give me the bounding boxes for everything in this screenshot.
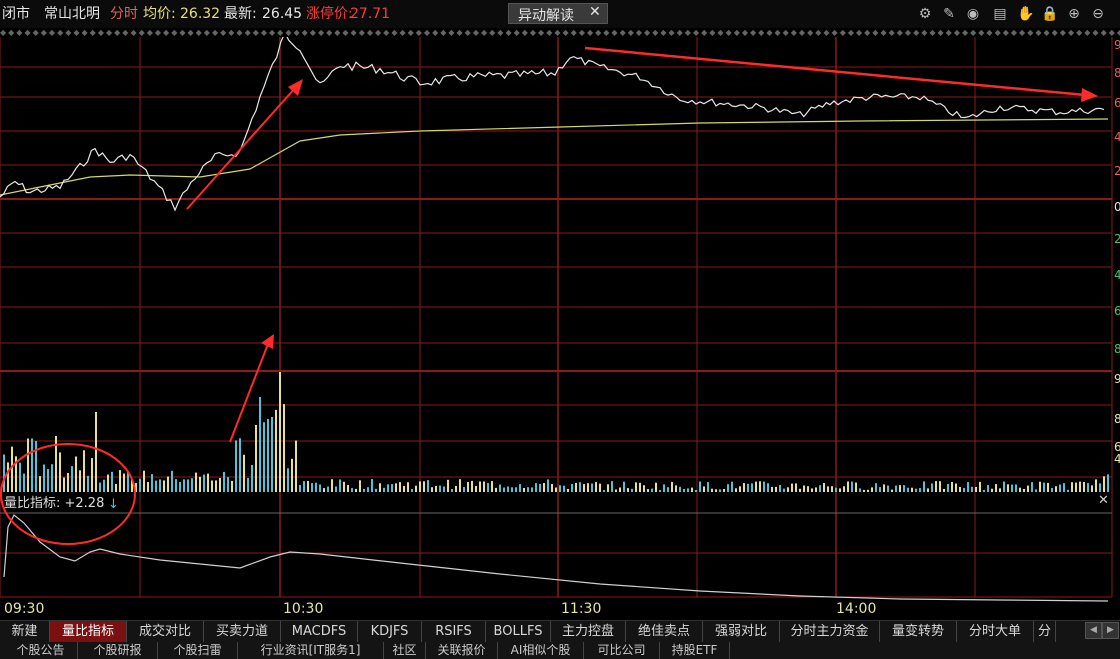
tab-7[interactable]: BOLLFS	[486, 621, 551, 642]
hand-icon[interactable]: ✋	[1017, 6, 1034, 22]
tab-2[interactable]: 成交对比	[127, 621, 204, 642]
down-arrow-icon: ↓	[108, 497, 119, 512]
tab-scroll-right-icon[interactable]: ▶	[1102, 622, 1119, 639]
limit-up-value: 27.71	[350, 6, 391, 22]
tab-14[interactable]: 分	[1034, 621, 1056, 642]
time-axis: 09:30 10:30 11:30 14:00	[4, 601, 876, 617]
info-tab-8[interactable]: 持股ETF	[660, 642, 730, 659]
tab-5[interactable]: KDJFS	[358, 621, 422, 642]
annotation-arrowhead	[1081, 88, 1098, 102]
close-icon[interactable]: ✕	[589, 4, 601, 20]
tab-6[interactable]: RSIFS	[422, 621, 486, 642]
intraday-chart: 09:30 10:30 11:30 14:00 98642024689864 量比指标…	[0, 37, 1120, 617]
tab-12[interactable]: 量变转势	[880, 621, 957, 642]
chart-grid	[0, 37, 1113, 598]
stock-name: 常山北明	[44, 6, 100, 22]
time-axis-label: 14:00	[836, 601, 876, 617]
volume-ratio-indicator-label: 量比指标: +2.28	[4, 496, 104, 511]
right-axis-label: 8	[1114, 66, 1120, 80]
right-axis-label: 0	[1114, 200, 1120, 214]
info-tab-2[interactable]: 个股扫雷	[158, 642, 238, 659]
price-line	[0, 37, 1105, 212]
right-axis-label: 8	[1114, 412, 1120, 426]
info-tab-4[interactable]: 社区	[384, 642, 426, 659]
indicator-tab-bar: 新建 量比指标 成交对比 买卖力道 MACDFS KDJFS RSIFS BOLLFS 主力控盘…	[0, 620, 1120, 642]
right-axis-label: 9	[1114, 38, 1120, 52]
zoom-in-icon[interactable]: ⊕	[1066, 6, 1082, 22]
limit-up-label: 涨停价:	[306, 6, 353, 22]
right-axis-label: 9	[1114, 372, 1120, 386]
pen-icon[interactable]: ✎	[941, 6, 957, 22]
tab-0[interactable]: 新建	[0, 621, 50, 642]
right-axis-label: 4	[1114, 268, 1120, 282]
right-axis-label: 2	[1114, 232, 1120, 246]
tab-1[interactable]: 量比指标	[50, 621, 127, 642]
volume-bars	[3, 372, 1109, 492]
tab-scroll-left-icon[interactable]: ◀	[1085, 622, 1102, 639]
lock-icon[interactable]: 🔒	[1041, 6, 1058, 22]
latest-price-label: 最新:	[224, 6, 257, 22]
gear-icon[interactable]: ⚙	[917, 6, 933, 22]
tab-11[interactable]: 分时主力资金	[780, 621, 880, 642]
info-tab-1[interactable]: 个股研报	[78, 642, 158, 659]
tab-13[interactable]: 分时大单	[957, 621, 1034, 642]
avg-price-value: 26.32	[180, 6, 221, 22]
info-tab-5[interactable]: 关联报价	[426, 642, 498, 659]
annotation-circle	[0, 443, 136, 545]
tab-4[interactable]: MACDFS	[281, 621, 358, 642]
annotations	[0, 46, 1098, 545]
info-tab-6[interactable]: AI相似个股	[498, 642, 584, 659]
right-axis-label: 4	[1114, 452, 1120, 466]
info-tab-bar: 个股公告 个股研报 个股扫雷 行业资讯[IT服务1] 社区 关联报价 AI相似个股 可比公司持…	[0, 642, 1120, 659]
quote-header: 闭市 常山北明 分时 均价: 26.32 最新: 26.45 涨停价: 27.7…	[0, 0, 1120, 28]
avg-price-label: 均价:	[143, 6, 176, 22]
right-axis: 98642024689864	[1114, 38, 1120, 466]
tab-8[interactable]: 主力控盘	[551, 621, 626, 642]
time-axis-label: 09:30	[4, 601, 44, 617]
close-indicator-icon[interactable]: ✕	[1098, 493, 1109, 508]
tab-10[interactable]: 强弱对比	[703, 621, 780, 642]
chart-mode: 分时	[110, 6, 138, 22]
market-status: 闭市	[2, 6, 30, 22]
right-axis-label: 8	[1114, 342, 1120, 356]
tab-9[interactable]: 绝佳卖点	[626, 621, 703, 642]
anomaly-interpretation-label: 异动解读	[518, 8, 574, 24]
right-axis-label: 4	[1114, 130, 1120, 144]
anomaly-interpretation-button[interactable]: 异动解读 ✕	[508, 3, 608, 24]
right-axis-label: 6	[1114, 304, 1120, 318]
average-price-line	[0, 118, 1109, 196]
stack-icon[interactable]: ▤	[992, 6, 1008, 22]
time-axis-label: 11:30	[561, 601, 601, 617]
right-axis-label: 2	[1114, 164, 1120, 178]
right-axis-label: 6	[1114, 96, 1120, 110]
annotation-arrow-shaft	[229, 343, 269, 443]
eye-icon[interactable]: ◉	[965, 6, 981, 22]
info-tab-0[interactable]: 个股公告	[4, 642, 78, 659]
zoom-out-icon[interactable]: ⊖	[1090, 6, 1106, 22]
time-marker-strip: ◆◆◆◆◆◆◆◆◆◆◆◆◆◆◆◆◆◆◆◆◆◆◆◆◆◆◆◆◆◆◆◆◆◆◆◆◆◆◆◆…	[0, 29, 1120, 37]
time-axis-label: 10:30	[283, 601, 323, 617]
latest-price-value: 26.45	[262, 6, 303, 22]
volume-ratio-line	[3, 514, 1109, 602]
info-tab-3[interactable]: 行业资讯[IT服务1]	[238, 642, 384, 659]
info-tab-7[interactable]: 可比公司	[584, 642, 660, 659]
tab-3[interactable]: 买卖力道	[204, 621, 281, 642]
